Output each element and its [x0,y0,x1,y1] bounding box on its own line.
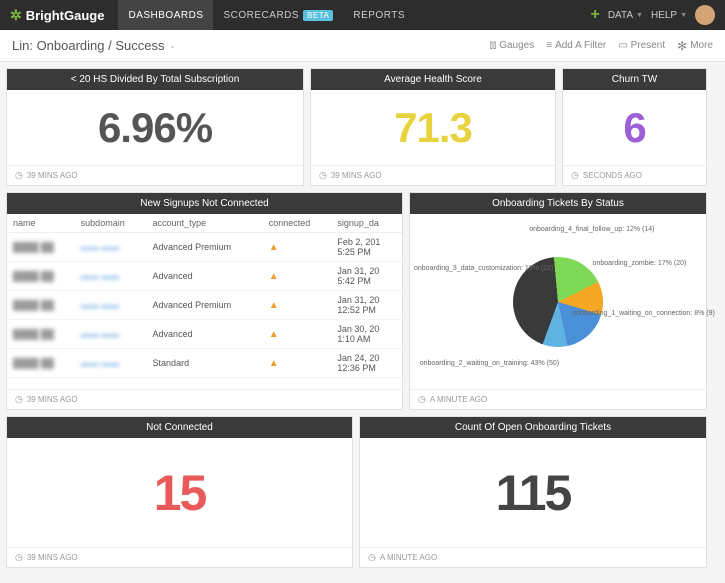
breadcrumb[interactable]: Lin: Onboarding / Success ⌄ [12,38,175,53]
timestamp: A MINUTE AGO [380,553,437,562]
card-pie: Onboarding Tickets By Status onboarding_… [409,192,707,410]
top-nav: ✲ BrightGauge DASHBOARDS SCORECARDS BETA… [0,0,725,30]
clock-icon: ◷ [15,394,23,405]
nav-reports[interactable]: REPORTS [343,0,415,30]
beta-badge: BETA [303,10,333,21]
card-title: New Signups Not Connected [7,193,402,214]
dashboard: < 20 HS Divided By Total Subscription 6.… [0,62,725,574]
col-header[interactable]: subdomain [75,214,147,233]
card-not-connected: Not Connected 15 ◷ 39 MINS AGO [6,416,353,568]
warning-icon: ▲ [269,358,279,369]
metric-value: 6.96% [98,104,212,152]
card-title: Average Health Score [311,69,555,90]
warning-icon: ▲ [269,242,279,253]
filter-icon: ≡ [546,40,552,51]
card-open-tickets: Count Of Open Onboarding Tickets 115 ◷ A … [359,416,707,568]
card-hs-ratio: < 20 HS Divided By Total Subscription 6.… [6,68,304,186]
col-header[interactable]: connected [263,214,332,233]
card-signups-table: New Signups Not Connected namesubdomaina… [6,192,403,410]
present-link[interactable]: ▭Present [618,40,665,51]
timestamp: 39 MINS AGO [331,171,382,180]
clock-icon: ◷ [418,394,426,405]
pie-label: onboarding_4_final_follow_up: 12% (14) [529,226,654,233]
timestamp: SECONDS AGO [583,171,642,180]
table-row[interactable]: ████ ██▬▬ ▬▬Advanced▲Jan 31, 205:42 PM [7,262,402,291]
card-avg-health: Average Health Score 71.3 ◷ 39 MINS AGO [310,68,556,186]
clock-icon: ◷ [368,552,376,563]
warning-icon: ▲ [269,271,279,282]
card-title: < 20 HS Divided By Total Subscription [7,69,303,90]
table-row[interactable]: ████ ██▬▬ ▬▬Advanced Premium▲Feb 2, 2015… [7,233,402,262]
avatar[interactable] [695,5,715,25]
clock-icon: ◷ [15,170,23,181]
timestamp: 39 MINS AGO [27,553,78,562]
metric-value: 6 [623,104,645,152]
clock-icon: ◷ [571,170,579,181]
table-row[interactable]: ████ ██▬▬ ▬▬Standard▲Jan 24, 2012:36 PM [7,349,402,378]
pie-label: onboarding_2_waiting_on_training: 43% (5… [420,360,559,367]
metric-value: 15 [154,464,206,522]
data-menu[interactable]: DATA▼ [608,10,643,21]
brand-icon: ✲ [10,7,22,24]
col-header[interactable]: name [7,214,75,233]
clock-icon: ◷ [15,552,23,563]
timestamp: A MINUTE AGO [430,395,487,404]
pie-label: onboarding_1_waiting_on_connection: 8% (… [572,310,714,317]
nav-dashboards[interactable]: DASHBOARDS [118,0,213,30]
sub-actions: ⫾⫾Gauges ≡Add A Filter ▭Present ✻More [490,39,713,53]
help-menu[interactable]: HELP▼ [651,10,687,21]
metric-value: 71.3 [394,104,472,152]
nav-right: + DATA▼ HELP▼ [590,5,715,25]
gauges-link[interactable]: ⫾⫾Gauges [490,40,534,51]
card-title: Count Of Open Onboarding Tickets [360,417,706,438]
card-churn: Churn TW 6 ◷ SECONDS AGO [562,68,707,186]
pie-label: onboarding_3_data_customization: 19% (22… [414,265,553,272]
card-title: Churn TW [563,69,706,90]
add-filter-link[interactable]: ≡Add A Filter [546,40,606,51]
chevron-down-icon: ⌄ [169,42,175,50]
table-row[interactable]: ████ ██▬▬ ▬▬Advanced▲Jan 30, 201:10 AM [7,320,402,349]
pie-label: onboarding_zombie: 17% (20) [593,260,687,267]
timestamp: 39 MINS AGO [27,171,78,180]
col-header[interactable]: signup_da [331,214,402,233]
present-icon: ▭ [618,40,627,51]
gear-icon: ✻ [677,39,687,53]
card-title: Onboarding Tickets By Status [410,193,706,214]
sub-bar: Lin: Onboarding / Success ⌄ ⫾⫾Gauges ≡Ad… [0,30,725,62]
card-title: Not Connected [7,417,352,438]
add-button[interactable]: + [590,6,599,24]
more-link[interactable]: ✻More [677,39,713,53]
signups-table: namesubdomainaccount_typeconnectedsignup… [7,214,402,378]
pie-chart: onboarding_2_waiting_on_training: 43% (5… [414,218,702,385]
chart-icon: ⫾⫾ [490,40,496,51]
warning-icon: ▲ [269,300,279,311]
col-header[interactable]: account_type [147,214,263,233]
timestamp: 39 MINS AGO [27,395,78,404]
brand-logo[interactable]: ✲ BrightGauge [10,7,104,24]
clock-icon: ◷ [319,170,327,181]
warning-icon: ▲ [269,329,279,340]
metric-value: 115 [496,464,571,522]
nav-scorecards[interactable]: SCORECARDS BETA [213,0,343,30]
table-row[interactable]: ████ ██▬▬ ▬▬Advanced Premium▲Jan 31, 201… [7,291,402,320]
nav-items: DASHBOARDS SCORECARDS BETA REPORTS [118,0,415,30]
brand-text: BrightGauge [26,8,105,23]
